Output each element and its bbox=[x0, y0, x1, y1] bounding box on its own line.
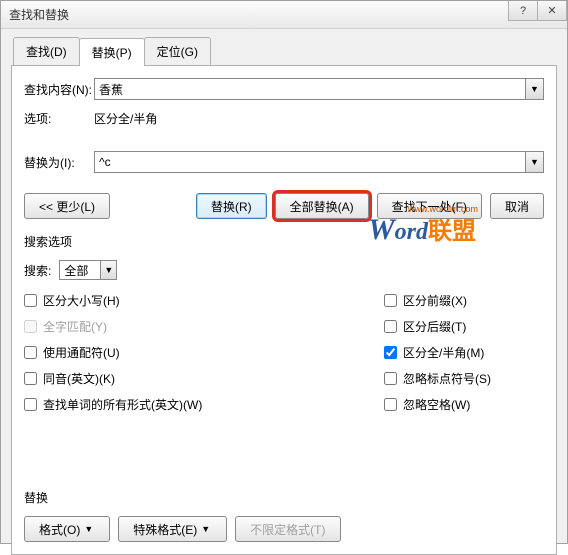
chk-match-case[interactable]: 区分大小写(H) bbox=[24, 292, 384, 309]
bottom-section: 替换 格式(O)▼ 特殊格式(E)▼ 不限定格式(T) bbox=[24, 489, 544, 542]
tab-goto[interactable]: 定位(G) bbox=[144, 37, 211, 65]
checkbox-col-right: 区分前缀(X) 区分后缀(T) 区分全/半角(M) 忽略标点符号(S) 忽略空格… bbox=[384, 292, 544, 422]
chk-ignore-space-box[interactable] bbox=[384, 398, 397, 411]
replace-all-button[interactable]: 全部替换(A) bbox=[275, 193, 369, 219]
tab-find[interactable]: 查找(D) bbox=[13, 37, 80, 65]
replace-combo: ▼ bbox=[94, 151, 544, 173]
options-row: 选项: 区分全/半角 bbox=[24, 110, 544, 127]
chk-full-half-box[interactable] bbox=[384, 346, 397, 359]
chk-wildcards[interactable]: 使用通配符(U) bbox=[24, 344, 384, 361]
find-combo: ▼ bbox=[94, 78, 544, 100]
chk-match-prefix-box[interactable] bbox=[384, 294, 397, 307]
find-dropdown-arrow[interactable]: ▼ bbox=[526, 78, 544, 100]
format-button[interactable]: 格式(O)▼ bbox=[24, 516, 110, 542]
replace-input[interactable] bbox=[94, 151, 526, 173]
chk-match-prefix[interactable]: 区分前缀(X) bbox=[384, 292, 544, 309]
replace-dropdown-arrow[interactable]: ▼ bbox=[526, 151, 544, 173]
tab-replace[interactable]: 替换(P) bbox=[79, 38, 145, 66]
cancel-button[interactable]: 取消 bbox=[490, 193, 544, 219]
replace-row: 替换为(I): ▼ bbox=[24, 151, 544, 173]
chevron-down-icon: ▼ bbox=[201, 524, 210, 534]
search-direction-combo: ▼ bbox=[59, 260, 117, 280]
help-button[interactable]: ? bbox=[508, 1, 538, 21]
chk-ignore-punct[interactable]: 忽略标点符号(S) bbox=[384, 370, 544, 387]
find-label: 查找内容(N): bbox=[24, 81, 94, 98]
no-format-button: 不限定格式(T) bbox=[235, 516, 340, 542]
watermark-url: www.wordlm.com bbox=[408, 204, 478, 214]
window-title: 查找和替换 bbox=[9, 6, 69, 23]
bottom-title: 替换 bbox=[24, 489, 544, 506]
chk-whole-word: 全字匹配(Y) bbox=[24, 318, 384, 335]
titlebar: 查找和替换 ? ✕ bbox=[1, 1, 567, 29]
replace-button[interactable]: 替换(R) bbox=[196, 193, 267, 219]
chk-ignore-punct-box[interactable] bbox=[384, 372, 397, 385]
window-controls: ? ✕ bbox=[509, 1, 567, 21]
main-panel: 查找内容(N): ▼ 选项: 区分全/半角 替换为(I): ▼ www.word… bbox=[11, 65, 557, 555]
find-input[interactable] bbox=[94, 78, 526, 100]
chk-whole-word-box bbox=[24, 320, 37, 333]
options-label: 选项: bbox=[24, 110, 94, 127]
chk-match-case-box[interactable] bbox=[24, 294, 37, 307]
close-button[interactable]: ✕ bbox=[537, 1, 567, 21]
checkbox-columns: 区分大小写(H) 全字匹配(Y) 使用通配符(U) 同音(英文)(K) 查找单词… bbox=[24, 292, 544, 422]
bottom-buttons: 格式(O)▼ 特殊格式(E)▼ 不限定格式(T) bbox=[24, 516, 544, 542]
special-button[interactable]: 特殊格式(E)▼ bbox=[118, 516, 227, 542]
search-direction-row: 搜索: ▼ bbox=[24, 260, 544, 280]
chk-all-forms[interactable]: 查找单词的所有形式(英文)(W) bbox=[24, 396, 384, 413]
chk-match-suffix-box[interactable] bbox=[384, 320, 397, 333]
chk-ignore-space[interactable]: 忽略空格(W) bbox=[384, 396, 544, 413]
search-direction-input[interactable] bbox=[59, 260, 101, 280]
find-row: 查找内容(N): ▼ bbox=[24, 78, 544, 100]
tab-strip: 查找(D) 替换(P) 定位(G) bbox=[13, 37, 567, 65]
search-direction-label: 搜索: bbox=[24, 262, 51, 279]
chk-all-forms-box[interactable] bbox=[24, 398, 37, 411]
chk-match-suffix[interactable]: 区分后缀(T) bbox=[384, 318, 544, 335]
chk-sounds-like[interactable]: 同音(英文)(K) bbox=[24, 370, 384, 387]
search-options-title: 搜索选项 bbox=[24, 233, 544, 250]
options-value: 区分全/半角 bbox=[94, 110, 157, 127]
replace-label: 替换为(I): bbox=[24, 154, 94, 171]
chk-sounds-like-box[interactable] bbox=[24, 372, 37, 385]
chk-full-half[interactable]: 区分全/半角(M) bbox=[384, 344, 544, 361]
dialog-window: 查找和替换 ? ✕ 查找(D) 替换(P) 定位(G) 查找内容(N): ▼ 选… bbox=[0, 0, 568, 544]
less-button[interactable]: << 更少(L) bbox=[24, 193, 110, 219]
search-direction-arrow[interactable]: ▼ bbox=[101, 260, 117, 280]
chk-wildcards-box[interactable] bbox=[24, 346, 37, 359]
chevron-down-icon: ▼ bbox=[84, 524, 93, 534]
checkbox-col-left: 区分大小写(H) 全字匹配(Y) 使用通配符(U) 同音(英文)(K) 查找单词… bbox=[24, 292, 384, 422]
